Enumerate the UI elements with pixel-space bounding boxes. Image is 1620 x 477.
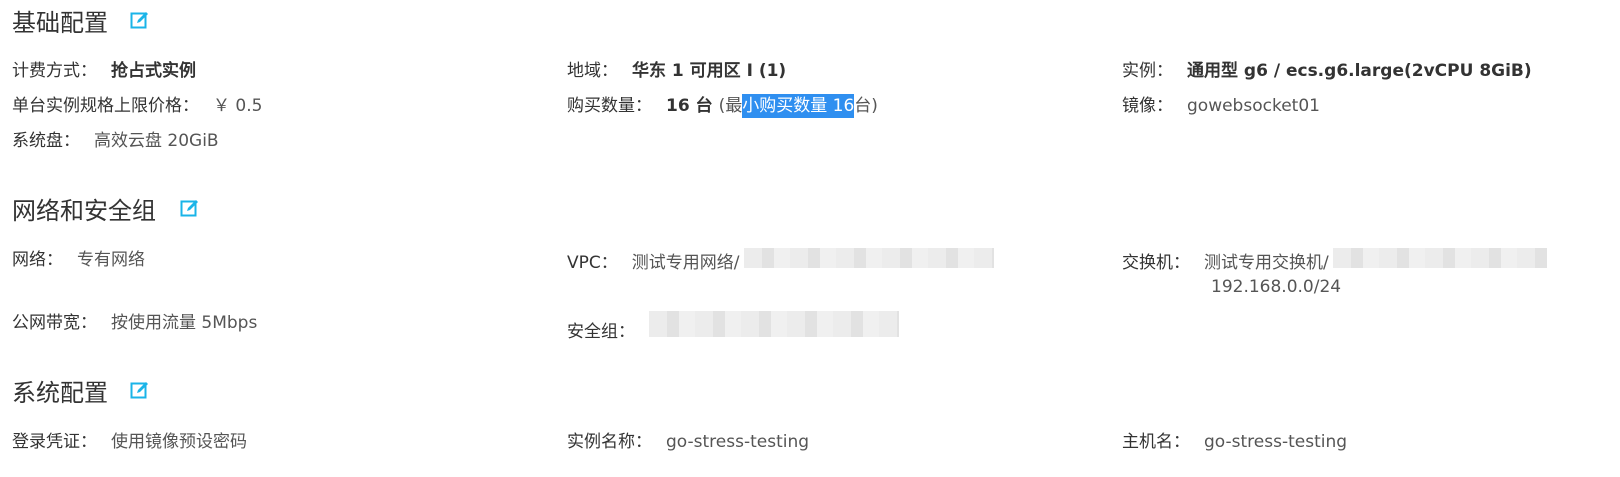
- field-billing: 计费方式： 抢占式实例: [12, 59, 196, 83]
- field-vswitch: 交换机： 测试专用交换机/: [1122, 248, 1547, 275]
- field-region: 地域： 华东 1 可用区 I (1): [567, 59, 786, 83]
- field-label: 地域：: [567, 61, 618, 81]
- field-label: 系统盘：: [12, 131, 80, 151]
- field-vpc: VPC： 测试专用网络/: [567, 248, 994, 275]
- field-bandwidth: 公网带宽： 按使用流量 5Mbps: [12, 311, 257, 335]
- vswitch-cidr: 192.168.0.0/24: [1211, 277, 1342, 297]
- text-selection: 小购买数量 16: [742, 94, 855, 118]
- field-label: 计费方式：: [12, 61, 97, 81]
- field-label: 安全组：: [567, 322, 635, 342]
- field-value: 16 台: [666, 96, 713, 116]
- edit-icon[interactable]: [180, 198, 200, 218]
- section-title-basic-text: 基础配置: [12, 8, 108, 37]
- field-instance: 实例： 通用型 g6 / ecs.g6.large(2vCPU 8GiB): [1122, 59, 1532, 83]
- field-label: 网络：: [12, 250, 63, 270]
- field-value: 华东 1 可用区 I (1): [632, 61, 787, 81]
- field-value: go-stress-testing: [1204, 432, 1348, 452]
- field-label: 实例：: [1122, 61, 1173, 81]
- field-system-disk: 系统盘： 高效云盘 20GiB: [12, 129, 219, 153]
- edit-icon[interactable]: [130, 10, 150, 30]
- field-max-price: 单台实例规格上限价格： ￥ 0.5: [12, 94, 262, 118]
- field-network: 网络： 专有网络: [12, 248, 145, 272]
- field-value: 高效云盘 20GiB: [94, 131, 219, 151]
- section-title-network: 网络和安全组: [12, 191, 200, 225]
- field-label: 镜像：: [1122, 96, 1173, 116]
- field-label: 购买数量：: [567, 96, 652, 116]
- field-value: 专有网络: [77, 250, 145, 270]
- field-label: 登录凭证：: [12, 432, 97, 452]
- field-value: go-stress-testing: [666, 432, 810, 452]
- field-value: 使用镜像预设密码: [111, 432, 247, 452]
- redacted-block: [743, 248, 994, 268]
- field-value: 通用型 g6 / ecs.g6.large(2vCPU 8GiB): [1187, 61, 1532, 81]
- field-image: 镜像： gowebsocket01: [1122, 94, 1320, 118]
- field-value: 按使用流量 5Mbps: [111, 313, 258, 333]
- field-value: ￥ 0.5: [213, 96, 263, 116]
- field-hostname: 主机名： go-stress-testing: [1122, 430, 1347, 454]
- redacted-block: [649, 311, 899, 337]
- section-title-system-text: 系统配置: [12, 378, 108, 407]
- field-value: 抢占式实例: [111, 61, 196, 81]
- field-label: 交换机：: [1122, 253, 1190, 273]
- field-value: 测试专用网络/: [631, 253, 740, 273]
- field-value: gowebsocket01: [1187, 96, 1320, 116]
- section-title-network-text: 网络和安全组: [12, 196, 156, 225]
- field-label: 单台实例规格上限价格：: [12, 96, 199, 116]
- edit-icon[interactable]: [130, 380, 150, 400]
- field-quantity: 购买数量： 16 台 (最 小购买数量 16 台): [567, 94, 878, 118]
- section-title-system: 系统配置: [12, 373, 150, 407]
- field-value: 测试专用交换机/: [1204, 253, 1329, 273]
- order-summary: 基础配置 计费方式： 抢占式实例 地域： 华东 1 可用区 I (1) 实例： …: [0, 0, 1620, 477]
- field-login: 登录凭证： 使用镜像预设密码: [12, 430, 247, 454]
- quantity-note-open: (最: [718, 96, 743, 116]
- redacted-block: [1332, 248, 1547, 268]
- field-label: VPC：: [567, 253, 618, 273]
- field-label: 主机名：: [1122, 432, 1190, 452]
- field-instance-name: 实例名称： go-stress-testing: [567, 430, 809, 454]
- field-security-group: 安全组：: [567, 311, 899, 344]
- quantity-note-close: 台): [854, 96, 878, 116]
- section-title-basic: 基础配置: [12, 3, 150, 37]
- field-label: 公网带宽：: [12, 313, 97, 333]
- field-label: 实例名称：: [567, 432, 652, 452]
